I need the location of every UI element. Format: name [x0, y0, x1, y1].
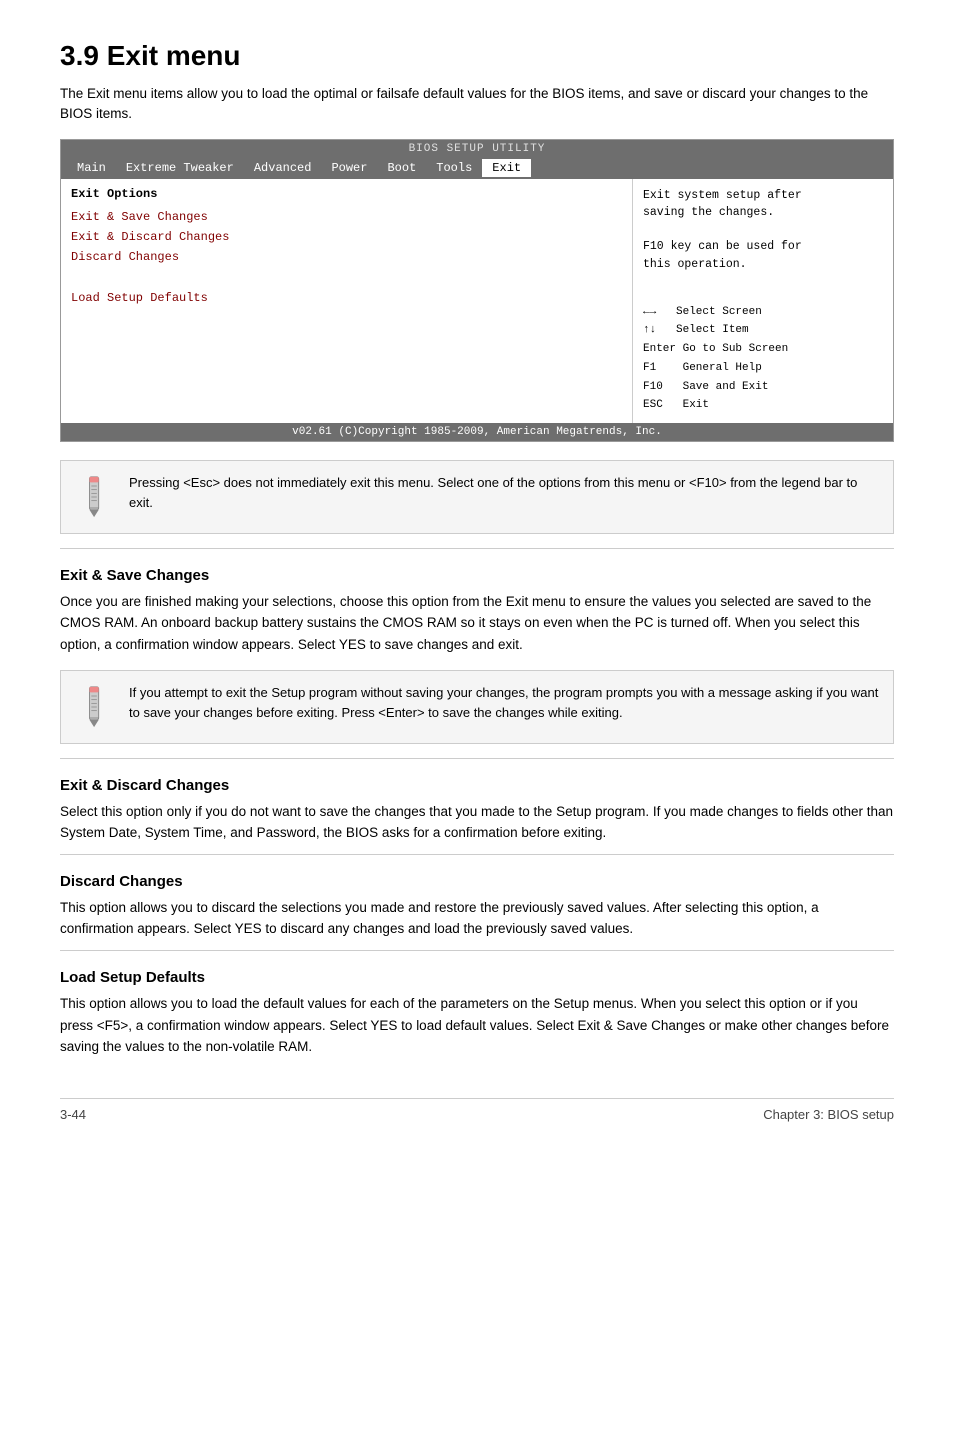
bios-header-title: BIOS SETUP UTILITY [61, 140, 893, 157]
bios-nav-exit[interactable]: Exit [482, 159, 531, 177]
divider-4 [60, 950, 894, 951]
section-text-discard: This option allows you to discard the se… [60, 897, 894, 940]
section-heading-exit-save: Exit & Save Changes [60, 567, 894, 584]
bios-menu-discard[interactable]: Discard Changes [71, 247, 622, 267]
note-box-2: If you attempt to exit the Setup program… [60, 670, 894, 744]
bios-menu-exit-discard[interactable]: Exit & Discard Changes [71, 227, 622, 247]
bios-nav-main[interactable]: Main [67, 159, 116, 177]
bios-nav-extreme[interactable]: Extreme Tweaker [116, 159, 244, 177]
footer-page-num: 3-44 [60, 1107, 86, 1122]
divider-3 [60, 854, 894, 855]
bios-menu-exit-save[interactable]: Exit & Save Changes [71, 207, 622, 227]
section-text-load-defaults: This option allows you to load the defau… [60, 993, 894, 1058]
note-box-1: Pressing <Esc> does not immediately exit… [60, 460, 894, 534]
page-title: 3.9 Exit menu [60, 40, 894, 72]
bios-right-panel: Exit system setup aftersaving the change… [633, 179, 893, 423]
section-heading-exit-discard: Exit & Discard Changes [60, 777, 894, 794]
bios-nav-boot[interactable]: Boot [377, 159, 426, 177]
note-icon-2 [75, 683, 115, 731]
page-footer: 3-44 Chapter 3: BIOS setup [60, 1098, 894, 1122]
bios-footer: v02.61 (C)Copyright 1985-2009, American … [61, 423, 893, 441]
bios-nav: Main Extreme Tweaker Advanced Power Boot… [61, 157, 893, 179]
bios-body: Exit Options Exit & Save Changes Exit & … [61, 179, 893, 423]
note-text-1: Pressing <Esc> does not immediately exit… [129, 473, 879, 513]
section-heading-load-defaults: Load Setup Defaults [60, 969, 894, 986]
bios-nav-advanced[interactable]: Advanced [244, 159, 322, 177]
note-icon-1 [75, 473, 115, 521]
bios-left-panel: Exit Options Exit & Save Changes Exit & … [61, 179, 633, 423]
bios-nav-tools[interactable]: Tools [426, 159, 482, 177]
footer-chapter: Chapter 3: BIOS setup [763, 1107, 894, 1122]
bios-menu-load-defaults[interactable]: Load Setup Defaults [71, 288, 622, 308]
bios-header: BIOS SETUP UTILITY Main Extreme Tweaker … [61, 140, 893, 179]
divider-1 [60, 548, 894, 549]
section-text-exit-discard: Select this option only if you do not wa… [60, 801, 894, 844]
note-text-2: If you attempt to exit the Setup program… [129, 683, 879, 723]
bios-section-title: Exit Options [71, 187, 622, 201]
intro-text: The Exit menu items allow you to load th… [60, 84, 894, 125]
bios-nav-power[interactable]: Power [321, 159, 377, 177]
section-heading-discard: Discard Changes [60, 873, 894, 890]
divider-2 [60, 758, 894, 759]
bios-utility-box: BIOS SETUP UTILITY Main Extreme Tweaker … [60, 139, 894, 442]
bios-legend: ←→ Select Screen ↑↓ Select Item Enter Go… [643, 303, 883, 415]
bios-menu-spacer [71, 268, 622, 288]
section-text-exit-save: Once you are finished making your select… [60, 591, 894, 656]
bios-help-text: Exit system setup aftersaving the change… [643, 187, 883, 273]
